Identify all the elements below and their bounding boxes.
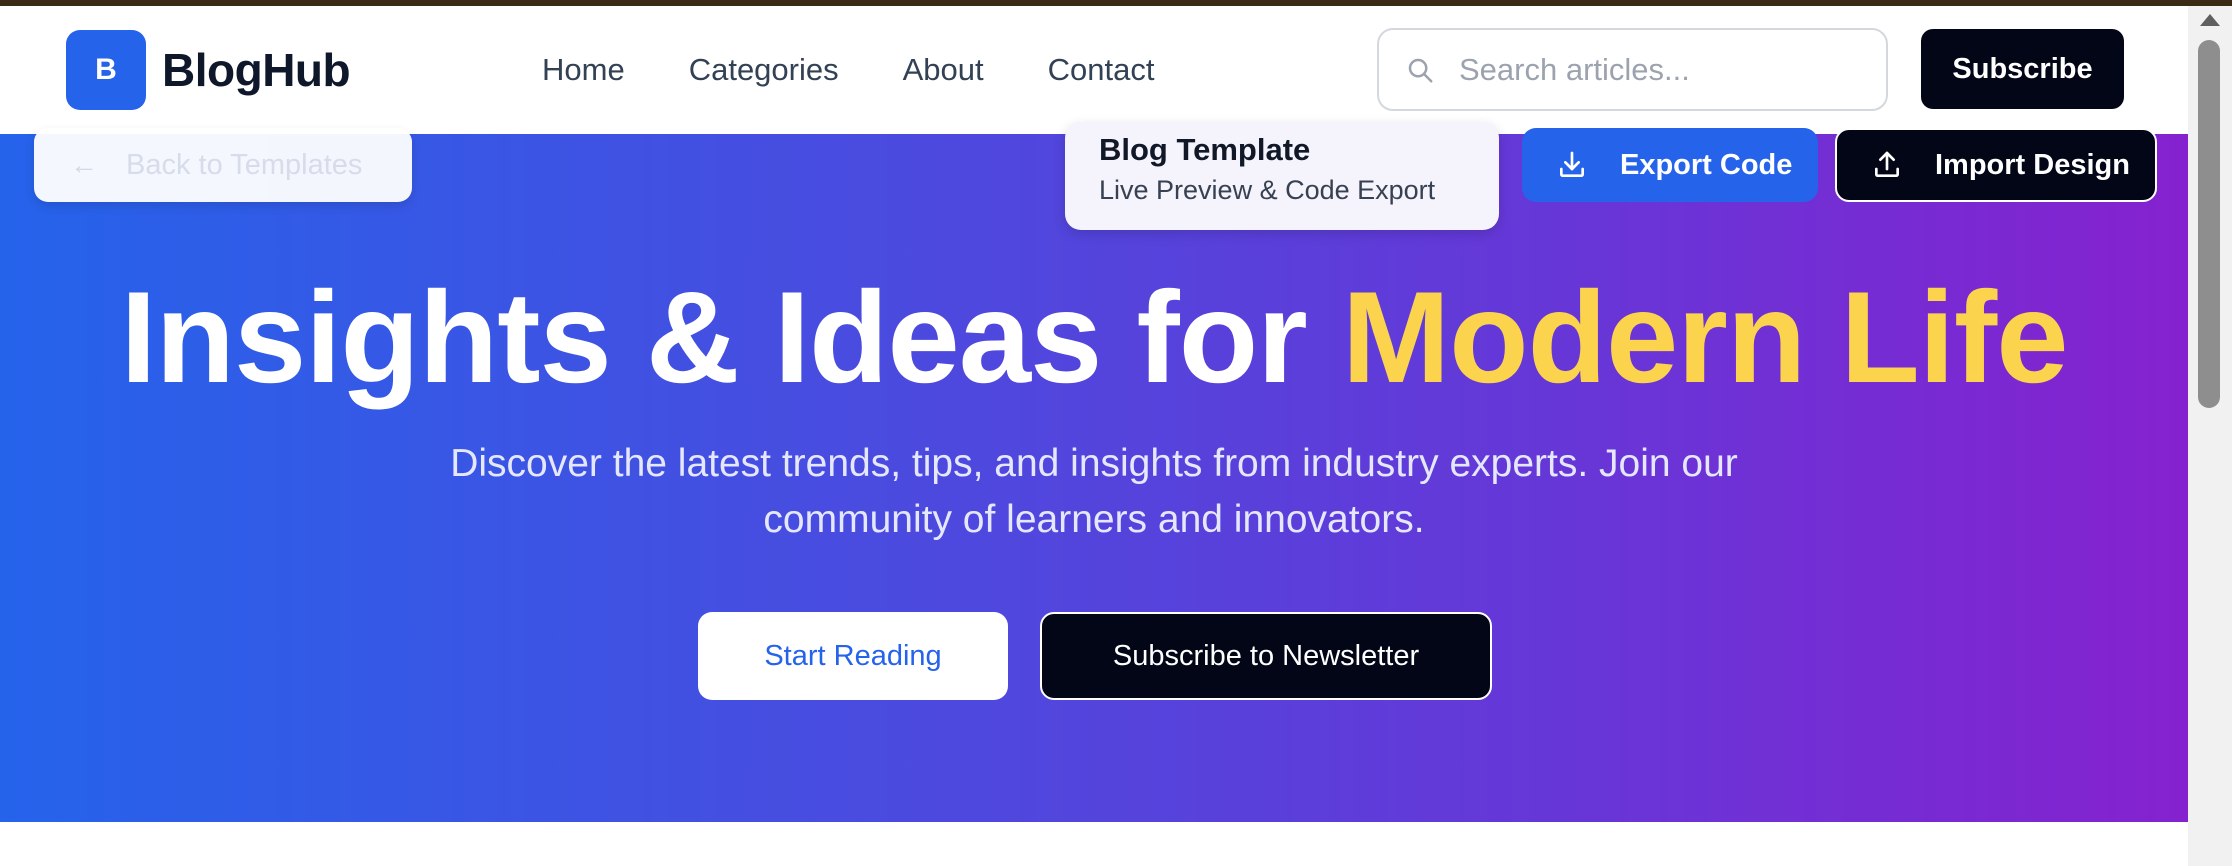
subscribe-button[interactable]: Subscribe: [1921, 29, 2124, 109]
vertical-scrollbar[interactable]: [2188, 6, 2232, 866]
start-reading-button[interactable]: Start Reading: [698, 612, 1008, 700]
download-icon: [1560, 151, 1584, 177]
page-viewport: B BlogHub Home Categories About Contact …: [0, 6, 2188, 866]
nav-link-contact[interactable]: Contact: [1048, 50, 1155, 90]
import-design-button[interactable]: Import Design: [1835, 128, 2157, 202]
template-subtitle: Live Preview & Code Export: [1099, 175, 1436, 205]
search-box[interactable]: [1377, 28, 1888, 111]
brand-name: BlogHub: [162, 44, 351, 96]
hero-subtitle: Discover the latest trends, tips, and in…: [450, 442, 1738, 541]
template-title: Blog Template: [1099, 132, 1311, 167]
hero-title: Insights & Ideas for Modern Life: [0, 262, 2188, 412]
search-input[interactable]: [1459, 51, 1859, 88]
scroll-up-arrow-icon[interactable]: [2200, 14, 2220, 26]
hero-title-accent: Modern Life: [1341, 264, 2069, 410]
export-code-button[interactable]: Export Code: [1522, 128, 1818, 202]
nav-link-home[interactable]: Home: [542, 50, 625, 90]
scroll-thumb[interactable]: [2198, 40, 2220, 408]
export-label: Export Code: [1620, 148, 1793, 181]
brand-logo[interactable]: B BlogHub: [66, 30, 351, 110]
back-label: Back to Templates: [126, 148, 363, 181]
upload-icon: [1875, 151, 1899, 177]
site-header: B BlogHub Home Categories About Contact …: [0, 6, 2188, 134]
hero-section: Insights & Ideas for Modern Life Discove…: [0, 134, 2188, 822]
template-info-card: Blog Template Live Preview & Code Export: [1065, 122, 1499, 230]
back-to-templates-button[interactable]: ← Back to Templates: [34, 128, 412, 202]
arrow-left-icon: ←: [70, 149, 98, 180]
import-label: Import Design: [1935, 148, 2130, 181]
search-icon: [1408, 58, 1433, 82]
logo-mark: B: [66, 30, 146, 110]
nav-link-about[interactable]: About: [903, 50, 984, 90]
main-nav: Home Categories About Contact: [542, 50, 1218, 90]
subscribe-newsletter-button[interactable]: Subscribe to Newsletter: [1040, 612, 1492, 700]
hero-title-main: Insights & Ideas for: [120, 264, 1307, 410]
nav-link-categories[interactable]: Categories: [689, 50, 839, 90]
